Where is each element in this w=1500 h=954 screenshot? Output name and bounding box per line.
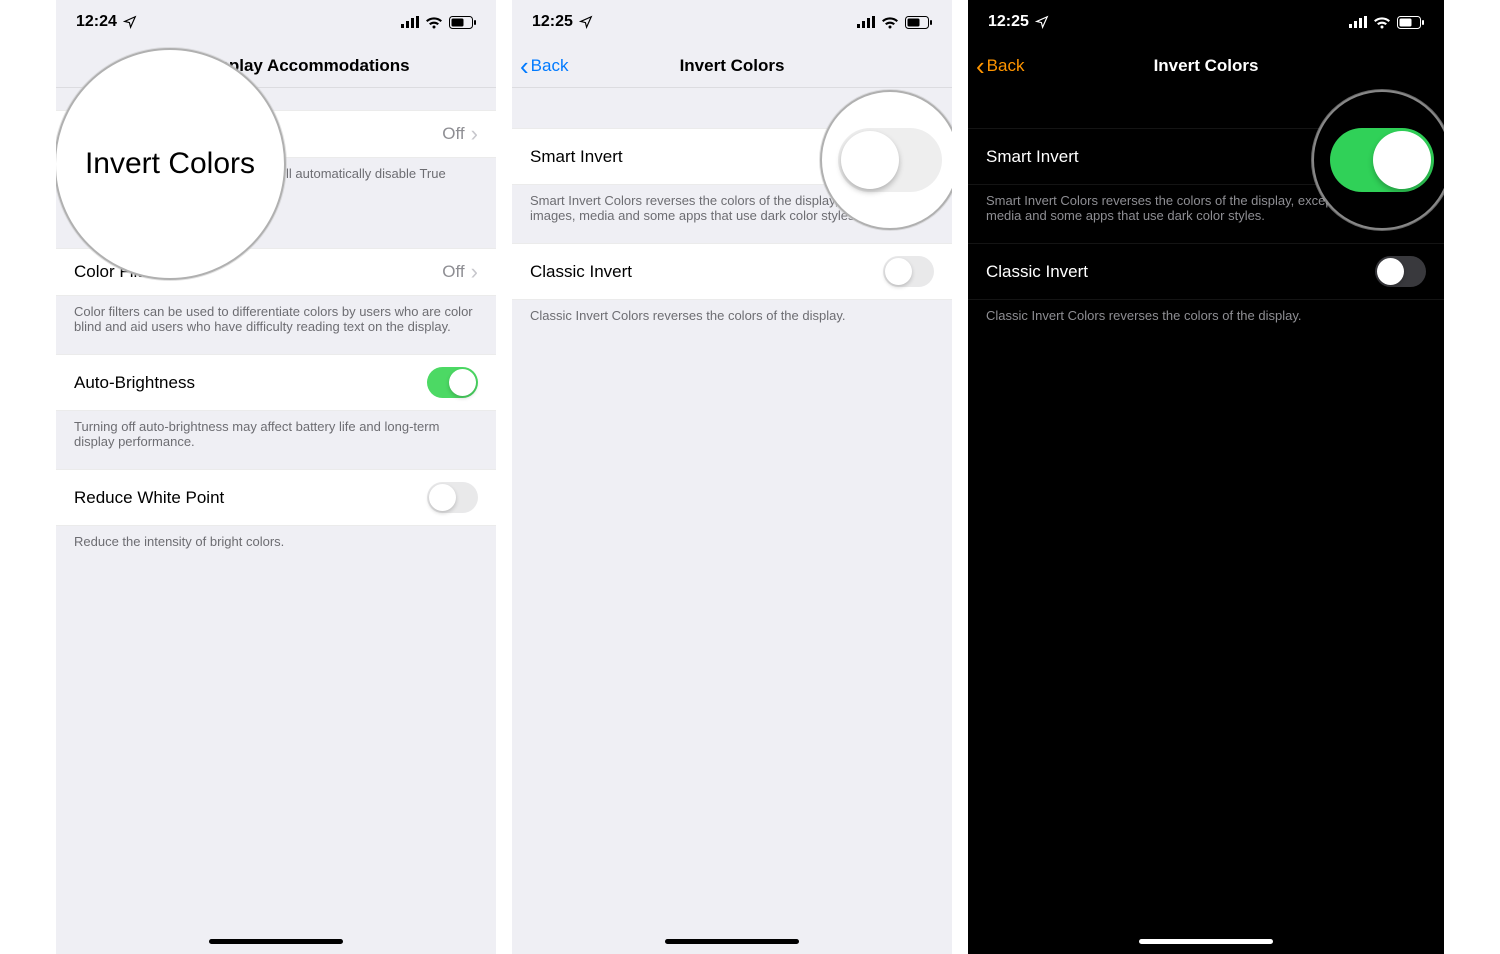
home-indicator	[1139, 939, 1273, 944]
back-label: Back	[987, 56, 1025, 76]
cellular-icon	[857, 16, 875, 28]
reduce-white-point-row[interactable]: Reduce White Point	[56, 469, 496, 526]
magnifier-invert-colors: Invert Colors	[56, 48, 286, 280]
status-bar: 12:25	[512, 0, 952, 44]
cell-label: Classic Invert	[530, 262, 632, 282]
auto-brightness-toggle[interactable]	[427, 367, 478, 398]
magnifier-label: Invert Colors	[85, 147, 255, 181]
page-title: Invert Colors	[1154, 56, 1259, 76]
status-bar: 12:25	[968, 0, 1444, 44]
chevron-left-icon: ‹	[976, 51, 985, 82]
status-bar: 12:24	[56, 0, 496, 44]
cell-label: Reduce White Point	[74, 488, 224, 508]
status-time: 12:25	[988, 13, 1029, 31]
nav-bar: ‹ Back Invert Colors	[968, 44, 1444, 88]
location-icon	[123, 15, 137, 29]
location-icon	[1035, 15, 1049, 29]
magnifier-toggle-on	[1330, 128, 1434, 192]
battery-icon	[1397, 16, 1424, 29]
panel-display-accommodations: 12:24 Display Accommodations Invert Colo…	[56, 0, 496, 954]
cellular-icon	[1349, 16, 1367, 28]
cell-value: Off	[442, 262, 464, 282]
status-time: 12:25	[532, 13, 573, 31]
cell-label: Smart Invert	[530, 147, 623, 167]
panel-invert-colors-light: 12:25 ‹ Back Invert Colors Smart Invert …	[512, 0, 952, 954]
status-time: 12:24	[76, 13, 117, 31]
chevron-right-icon: ›	[471, 123, 478, 145]
wifi-icon	[1373, 16, 1391, 29]
cell-label: Smart Invert	[986, 147, 1079, 167]
chevron-left-icon: ‹	[520, 51, 529, 82]
page-title: Invert Colors	[680, 56, 785, 76]
home-indicator	[209, 939, 343, 944]
classic-invert-toggle[interactable]	[1375, 256, 1426, 287]
battery-icon	[449, 16, 476, 29]
chevron-right-icon: ›	[471, 261, 478, 283]
classic-invert-row[interactable]: Classic Invert	[968, 243, 1444, 300]
footer-text: Classic Invert Colors reverses the color…	[968, 300, 1444, 343]
cellular-icon	[401, 16, 419, 28]
classic-invert-row[interactable]: Classic Invert	[512, 243, 952, 300]
magnifier-smart-invert-off	[820, 90, 952, 230]
footer-text: Reduce the intensity of bright colors.	[56, 526, 496, 569]
auto-brightness-row[interactable]: Auto-Brightness	[56, 354, 496, 411]
battery-icon	[905, 16, 932, 29]
home-indicator	[665, 939, 799, 944]
footer-text: Turning off auto-brightness may affect b…	[56, 411, 496, 469]
nav-bar: ‹ Back Invert Colors	[512, 44, 952, 88]
footer-text: Classic Invert Colors reverses the color…	[512, 300, 952, 343]
cell-label: Classic Invert	[986, 262, 1088, 282]
wifi-icon	[881, 16, 899, 29]
footer-text: Color filters can be used to differentia…	[56, 296, 496, 354]
magnifier-toggle-off	[838, 128, 942, 192]
panel-invert-colors-dark: 12:25 ‹ Back Invert Colors Smart Invert …	[968, 0, 1444, 954]
magnifier-smart-invert-on	[1312, 90, 1444, 230]
cell-value: Off	[442, 124, 464, 144]
cell-label: Auto-Brightness	[74, 373, 195, 393]
location-icon	[579, 15, 593, 29]
back-button[interactable]: ‹ Back	[976, 44, 1024, 88]
back-label: Back	[531, 56, 569, 76]
reduce-white-point-toggle[interactable]	[427, 482, 478, 513]
back-button[interactable]: ‹ Back	[520, 44, 568, 88]
classic-invert-toggle[interactable]	[883, 256, 934, 287]
wifi-icon	[425, 16, 443, 29]
